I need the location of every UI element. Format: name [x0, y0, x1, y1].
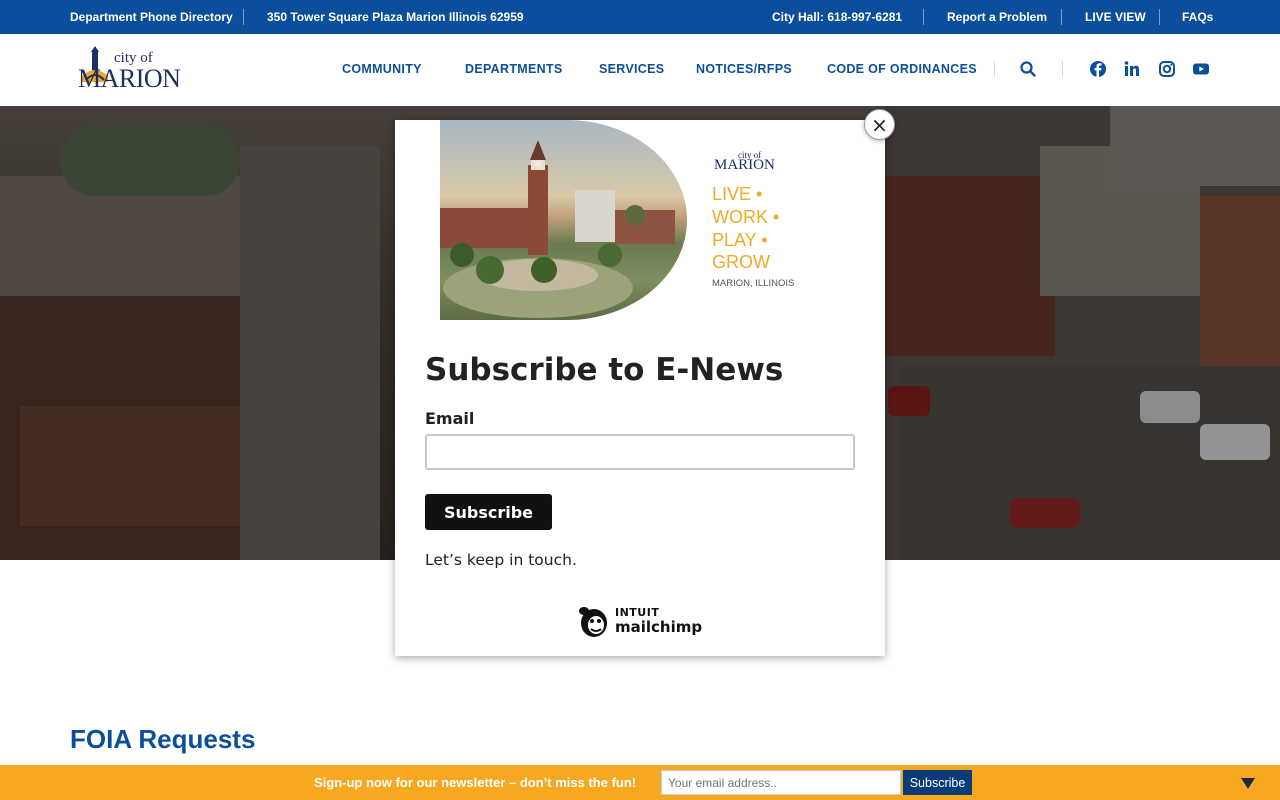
city-logo[interactable]: city of MARION — [78, 44, 194, 96]
divider — [923, 9, 924, 25]
nav-departments[interactable]: DEPARTMENTS — [465, 62, 563, 76]
nav-services[interactable]: SERVICES — [599, 62, 664, 76]
modal-title: Subscribe to E-News — [425, 352, 784, 388]
subscribe-button[interactable]: Subscribe — [425, 494, 552, 530]
newsletter-bar: Sign-up now for our newsletter – don’t m… — [0, 765, 1280, 800]
report-problem-link[interactable]: Report a Problem — [947, 10, 1047, 24]
clock-tower-photo — [440, 120, 687, 320]
newsletter-email-input[interactable] — [661, 770, 901, 795]
collapse-arrow-icon[interactable] — [1241, 778, 1255, 789]
search-icon[interactable] — [1019, 60, 1037, 78]
live-view-link[interactable]: LIVE VIEW — [1085, 10, 1146, 24]
faqs-link[interactable]: FAQs — [1182, 10, 1213, 24]
promo-tagline-play: PLAY • — [712, 230, 768, 250]
site-header: city of MARION COMMUNITY DEPARTMENTS SER… — [0, 34, 1280, 106]
instagram-icon[interactable] — [1158, 60, 1176, 78]
address-link[interactable]: 350 Tower Square Plaza Marion Illinois 6… — [267, 10, 524, 24]
subscribe-modal: city of MARION LIVE • WORK • PLAY • GROW… — [395, 120, 885, 656]
nav-notices-rfps[interactable]: NOTICES/RFPS — [696, 62, 792, 76]
city-hall-phone-link[interactable]: City Hall: 618-997-6281 — [772, 10, 902, 24]
promo-logo-big-text: MARION — [714, 157, 775, 173]
page-title: FOIA Requests — [70, 724, 256, 754]
divider — [994, 61, 995, 77]
email-label: Email — [425, 409, 475, 428]
newsletter-bar-text: Sign-up now for our newsletter – don’t m… — [314, 775, 637, 790]
top-utility-bar: Department Phone Directory 350 Tower Squ… — [0, 0, 1280, 34]
promo-tagline-grow: GROW — [712, 252, 770, 272]
promo-location: MARION, ILLINOIS — [712, 278, 795, 289]
divider — [1159, 9, 1160, 25]
email-field[interactable] — [425, 434, 855, 470]
divider — [1062, 61, 1063, 77]
close-icon[interactable]: × — [864, 109, 895, 140]
modal-note: Let’s keep in touch. — [425, 551, 577, 569]
phone-directory-link[interactable]: Department Phone Directory — [70, 10, 233, 24]
mailchimp-text: mailchimp — [615, 618, 703, 636]
nav-code-of-ordinances[interactable]: CODE OF ORDINANCES — [827, 62, 977, 76]
promo-tagline-live: LIVE • — [712, 184, 763, 204]
clock-tower-illustration — [440, 140, 675, 318]
promo-banner: city of MARION LIVE • WORK • PLAY • GROW… — [440, 120, 840, 320]
divider — [243, 9, 244, 25]
youtube-icon[interactable] — [1192, 60, 1210, 78]
mailchimp-freddie-icon — [579, 607, 607, 637]
logo-big-text: MARION — [78, 64, 181, 93]
newsletter-subscribe-button[interactable]: Subscribe — [903, 770, 972, 795]
promo-tagline-work: WORK • — [712, 207, 780, 227]
divider — [1061, 9, 1062, 25]
facebook-icon[interactable] — [1089, 60, 1107, 78]
mailchimp-logo[interactable]: INTUIT mailchimp — [578, 605, 708, 639]
nav-community[interactable]: COMMUNITY — [342, 62, 422, 76]
linkedin-icon[interactable] — [1123, 60, 1141, 78]
